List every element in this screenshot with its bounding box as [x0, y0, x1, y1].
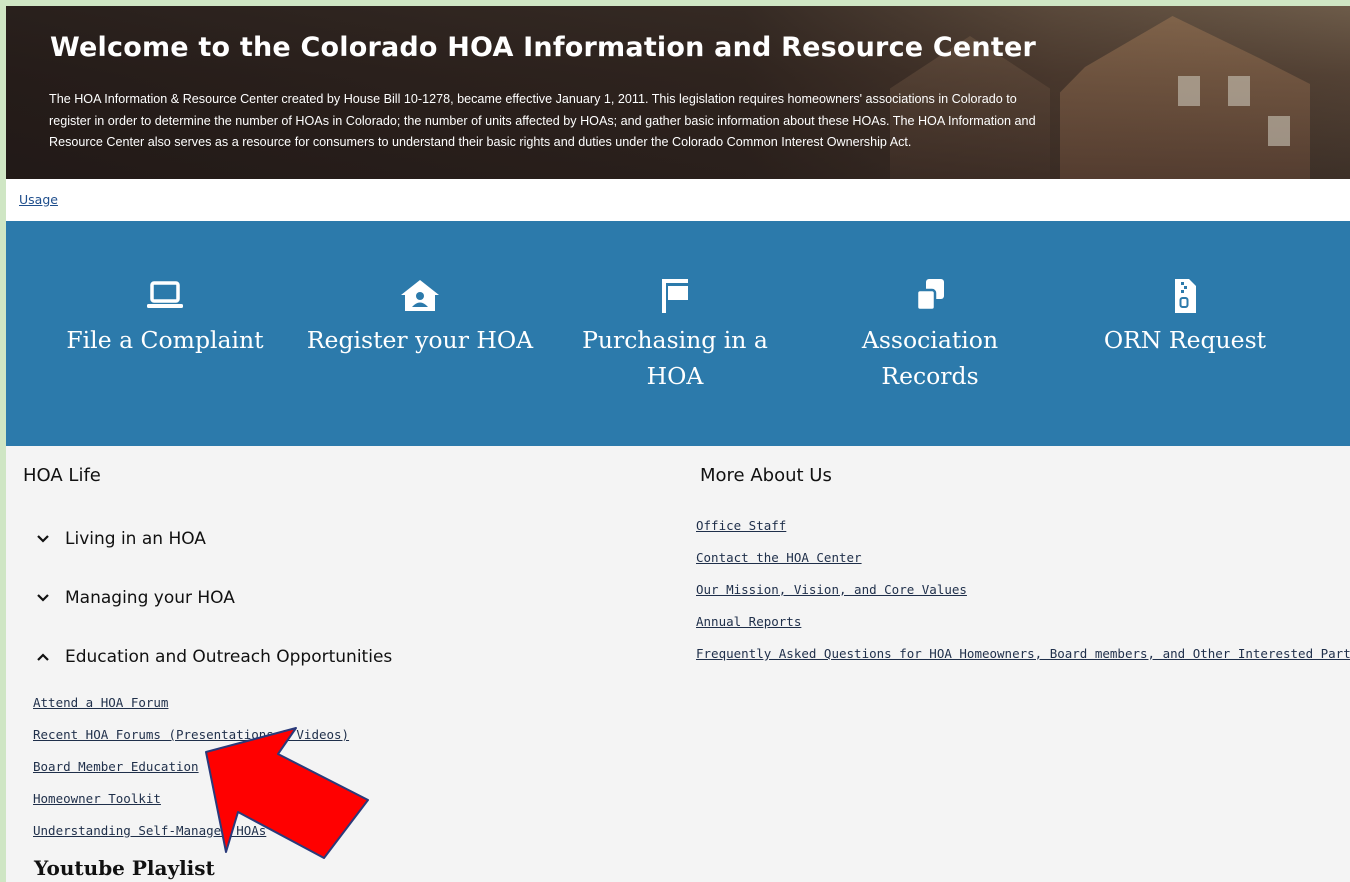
accordion-label: Managing your HOA [65, 588, 235, 608]
page-title: Welcome to the Colorado HOA Information … [50, 32, 1036, 63]
hero-house-window [1228, 76, 1250, 106]
file-zipper-icon [1175, 279, 1196, 313]
link-contact-hoa-center[interactable]: Contact the HOA Center [696, 550, 862, 565]
link-annual-reports[interactable]: Annual Reports [696, 614, 801, 629]
link-mission-vision[interactable]: Our Mission, Vision, and Core Values [696, 582, 967, 597]
hero-description: The HOA Information & Resource Center cr… [49, 92, 1036, 149]
quick-link-file-complaint[interactable]: File a Complaint [50, 276, 280, 358]
accordion-managing-hoa[interactable]: Managing your HOA [36, 588, 235, 608]
home-user-icon [401, 280, 439, 311]
hero-banner: Welcome to the Colorado HOA Information … [6, 6, 1350, 179]
quick-link-orn-request[interactable]: ORN Request [1070, 276, 1300, 358]
chevron-up-icon [37, 653, 49, 661]
quick-link-label: Register your HOA [306, 326, 534, 354]
quick-link-register-hoa[interactable]: Register your HOA [305, 276, 535, 358]
youtube-playlist-heading: Youtube Playlist [34, 856, 215, 880]
accordion-label: Education and Outreach Opportunities [65, 647, 393, 667]
link-faq[interactable]: Frequently Asked Questions for HOA Homeo… [696, 646, 1350, 661]
accordion-education-outreach[interactable]: Education and Outreach Opportunities [36, 647, 392, 667]
hero-house-window [1268, 116, 1290, 146]
quick-link-label: Purchasing in a HOA [582, 326, 768, 390]
chevron-down-icon [37, 535, 49, 543]
quick-links-band: File a Complaint Register your HOA Purch… [6, 221, 1350, 446]
annotation-arrow [205, 727, 369, 859]
hoa-life-heading: HOA Life [23, 465, 101, 486]
quick-link-label: ORN Request [1103, 326, 1267, 354]
quick-link-label: Association Records [861, 326, 999, 390]
more-about-us-heading: More About Us [700, 465, 832, 486]
accordion-living-in-hoa[interactable]: Living in an HOA [36, 529, 206, 549]
link-attend-hoa-forum[interactable]: Attend a HOA Forum [33, 695, 168, 710]
chevron-down-icon [37, 594, 49, 602]
quick-link-purchasing[interactable]: Purchasing in a HOA [560, 276, 790, 394]
quick-link-association-records[interactable]: Association Records [815, 276, 1045, 394]
sign-post-icon [662, 279, 688, 313]
link-board-member-education[interactable]: Board Member Education [33, 759, 199, 774]
copy-icon [915, 279, 944, 312]
link-homeowner-toolkit[interactable]: Homeowner Toolkit [33, 791, 161, 806]
hero-house-window [1178, 76, 1200, 106]
laptop-icon [147, 281, 183, 308]
usage-link[interactable]: Usage [19, 192, 58, 207]
quick-link-label: File a Complaint [66, 326, 264, 354]
usage-bar [6, 179, 1350, 221]
accordion-label: Living in an HOA [65, 529, 206, 549]
link-office-staff[interactable]: Office Staff [696, 518, 786, 533]
